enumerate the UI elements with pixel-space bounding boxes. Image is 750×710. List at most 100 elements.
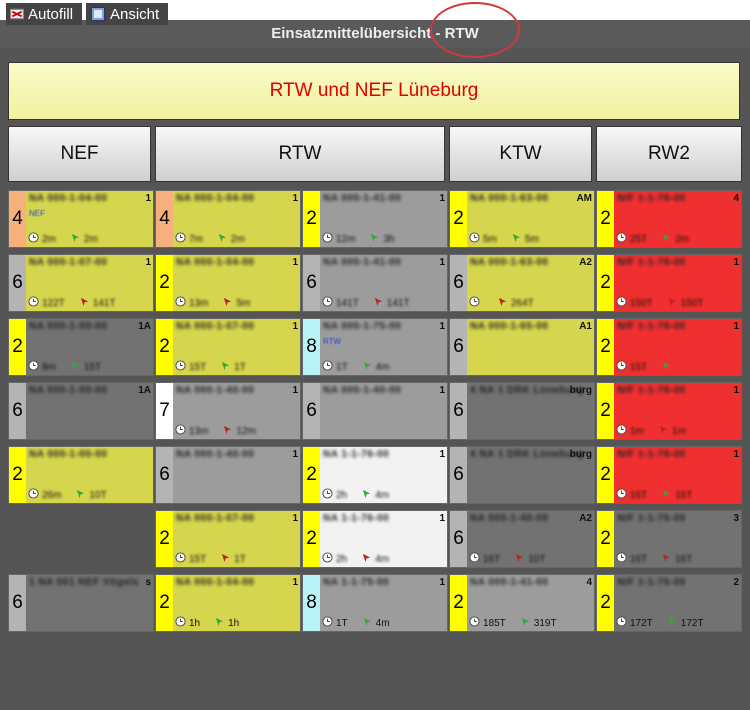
vehicle-status-icon	[362, 616, 373, 630]
clock-icon	[322, 488, 333, 502]
vehicle-times: 1T 4m	[322, 616, 445, 630]
vehicle-corner-label: 1	[733, 385, 739, 396]
vehicle-corner-label: 1	[733, 449, 739, 460]
column-header-nef[interactable]: NEF	[8, 126, 151, 182]
vehicle-status-number: 6	[450, 447, 467, 503]
vehicle-cell-rtw-a6[interactable]: 2 NA 000-1-07-00 1 15T 1T	[155, 510, 301, 568]
vehicle-status-icon	[222, 424, 233, 438]
clock-icon	[616, 552, 627, 566]
vehicle-cell-rtw-b2[interactable]: 6 NA 000-1-41-00 1 141T 141T	[302, 254, 448, 312]
vehicle-cell-rtw-b7[interactable]: 8 NA 1-1-75-00 1 1T 4m	[302, 574, 448, 632]
clock-icon	[616, 616, 627, 630]
vehicle-cell-rtw-b3[interactable]: 8 NA 000-1-75-00 1 RTW 1T 4m	[302, 318, 448, 376]
time-since-alarm: 2m	[83, 233, 98, 245]
vehicle-cell-rtw-b5[interactable]: 2 NA 1-1-76-00 1 2h 4m	[302, 446, 448, 504]
vehicle-callsign: NA 000-1-40-00	[176, 449, 255, 460]
vehicle-cell-ktw-5[interactable]: 64 NA 1 DRK Lüneburg burg	[449, 446, 595, 504]
vehicle-status-icon	[661, 232, 672, 246]
vehicle-status-number: 2	[597, 447, 614, 503]
vehicle-cell-ktw-1[interactable]: 2 NA 000-1-63-00 AM 5m 5m	[449, 190, 595, 248]
vehicle-corner-label: A1	[579, 321, 592, 332]
vehicle-cell-rtw-a4[interactable]: 7 NA 000-1-40-00 1 13m 12m	[155, 382, 301, 440]
vehicle-cell-nef-6[interactable]: 61 NA 001 NEF Vögels s	[8, 574, 154, 632]
vehicle-cell-nef-5[interactable]: 2 NA 000-1-00-00 26m 10T	[8, 446, 154, 504]
vehicle-corner-label: 1A	[138, 385, 151, 396]
time-since-status: 16T	[630, 489, 648, 501]
vehicle-status-icon	[667, 296, 678, 310]
vehicle-cell-ktw-7[interactable]: 2 NA 000-1-41-00 4 185T 319T	[449, 574, 595, 632]
vehicle-cell-ktw-4[interactable]: 64 NA 1 DRK Lüneburg burg	[449, 382, 595, 440]
time-since-alarm: 2m	[675, 233, 690, 245]
column-header-ktw[interactable]: KTW	[449, 126, 592, 182]
column-header-rw2[interactable]: RW2	[596, 126, 742, 182]
vehicle-times: 25T 2m	[616, 232, 739, 246]
vehicle-body: NA 000-1-00-00 1A 8m 15T	[26, 319, 153, 375]
vehicle-corner-label: 1	[439, 513, 445, 524]
vehicle-status-icon	[369, 232, 380, 246]
vehicle-cell-rtw-a3[interactable]: 2 NA 000-1-07-00 1 15T 1T	[155, 318, 301, 376]
vehicle-cell-rtw-a5[interactable]: 6 NA 000-1-40-00 1	[155, 446, 301, 504]
vehicle-corner-label: 1	[733, 257, 739, 268]
vehicle-corner-label: AM	[576, 193, 592, 204]
vehicle-cell-rw2-5[interactable]: 2 NIF 1-1-76-00 1 16T 16T	[596, 446, 742, 504]
time-since-alarm: 264T	[511, 297, 534, 309]
vehicle-cell-nef-2[interactable]: 6 NA 000-1-07-00 1 122T 141T	[8, 254, 154, 312]
vehicle-body: 1 NA 001 NEF Vögels s	[26, 575, 153, 631]
clock-icon	[28, 360, 39, 374]
vehicle-body: NA 000-1-04-00 1 13m 5m	[173, 255, 300, 311]
vehicle-cell-nef-4[interactable]: 6 NA 000-1-00-00 1A	[8, 382, 154, 440]
vehicle-times: 2h 4m	[322, 488, 445, 502]
time-since-alarm: 4m	[375, 361, 390, 373]
vehicle-cell-rw2-3[interactable]: 2 NIF 1-1-76-00 1 15T	[596, 318, 742, 376]
time-since-status: 141T	[336, 297, 359, 309]
vehicle-cell-rw2-4[interactable]: 2 NIF 1-1-76-00 1 1m 1m	[596, 382, 742, 440]
vehicle-status-icon	[217, 232, 228, 246]
time-since-status: 1T	[336, 617, 348, 629]
vehicle-cell-rtw-a2[interactable]: 2 NA 000-1-04-00 1 13m 5m	[155, 254, 301, 312]
vehicle-corner-label: 1	[292, 577, 298, 588]
vehicle-cell-rw2-1[interactable]: 2 NIF 1-1-76-00 4 25T 2m	[596, 190, 742, 248]
vehicle-cell-rtw-b1[interactable]: 2 NA 000-1-41-00 1 12m 3h	[302, 190, 448, 248]
vehicle-cell-rtw-b4[interactable]: 6 NA 000-1-40-00 1	[302, 382, 448, 440]
vehicle-body: NA 000-1-63-00 AM 5m 5m	[467, 191, 594, 247]
vehicle-corner-label: 1	[439, 257, 445, 268]
column-header-rtw[interactable]: RTW	[155, 126, 445, 182]
vehicle-status-icon	[661, 552, 672, 566]
time-since-status: 122T	[42, 297, 65, 309]
time-since-status: 2h	[336, 489, 348, 501]
vehicle-cell-nef-3[interactable]: 2 NA 000-1-00-00 1A 8m 15T	[8, 318, 154, 376]
vehicle-callsign: NA 1-1-76-00	[323, 513, 390, 524]
vehicle-cell-rw2-6[interactable]: 2 NIF 1-1-76-00 3 16T 16T	[596, 510, 742, 568]
time-since-status: 16T	[630, 553, 648, 565]
vehicle-times: 15T 1T	[175, 552, 298, 566]
vehicle-status-number: 2	[156, 511, 173, 567]
vehicle-cell-rtw-a7[interactable]: 2 NA 000-1-04-00 1 1h 1h	[155, 574, 301, 632]
vehicle-status-number: 2	[597, 511, 614, 567]
vehicle-cell-rw2-7[interactable]: 2 NIF 1-1-76-00 2 172T 172T	[596, 574, 742, 632]
vehicle-cell-rw2-2[interactable]: 2 NIF 1-1-76-00 1 150T 150T	[596, 254, 742, 312]
time-since-alarm: 4m	[375, 553, 390, 565]
vehicle-callsign: NA 000-1-75-00	[323, 321, 402, 332]
vehicle-corner-label: 4	[733, 193, 739, 204]
vehicle-body: 4 NA 1 DRK Lüneburg burg	[467, 447, 594, 503]
vehicle-body: NA 000-1-41-00 4 185T 319T	[467, 575, 594, 631]
clock-icon	[469, 616, 480, 630]
vehicle-cell-rtw-a1[interactable]: 4 NA 000-1-04-00 1 7m 2m	[155, 190, 301, 248]
vehicle-cell-ktw-6[interactable]: 6 NA 000-1-40-00 A2 16T 10T	[449, 510, 595, 568]
vehicle-corner-label: 1	[292, 257, 298, 268]
time-since-alarm: 5m	[236, 297, 251, 309]
vehicle-status-icon	[220, 552, 231, 566]
vehicle-cell-ktw-2[interactable]: 6 NA 000-1-63-00 A2 264T	[449, 254, 595, 312]
vehicle-corner-label: 1	[292, 193, 298, 204]
vehicle-body: NA 000-1-07-00 1 15T 1T	[173, 319, 300, 375]
vehicle-times: 2h 4m	[322, 552, 445, 565]
vehicle-cell-ktw-3[interactable]: 6 NA 000-1-65-00 A1	[449, 318, 595, 376]
vehicle-callsign: NA 000-1-41-00	[323, 193, 402, 204]
vehicle-status-icon	[70, 360, 81, 374]
vehicle-status-number: 6	[9, 255, 26, 311]
vehicle-cell-rtw-b6[interactable]: 2 NA 1-1-76-00 1 2h 4m	[302, 510, 448, 568]
vehicle-status-number: 2	[156, 319, 173, 375]
vehicle-times: 15T 1T	[175, 360, 298, 373]
vehicle-callsign: NA 000-1-07-00	[176, 321, 255, 332]
vehicle-cell-nef-1[interactable]: 4 NA 000-1-04-00 1 NEF 2m 2m	[8, 190, 154, 248]
